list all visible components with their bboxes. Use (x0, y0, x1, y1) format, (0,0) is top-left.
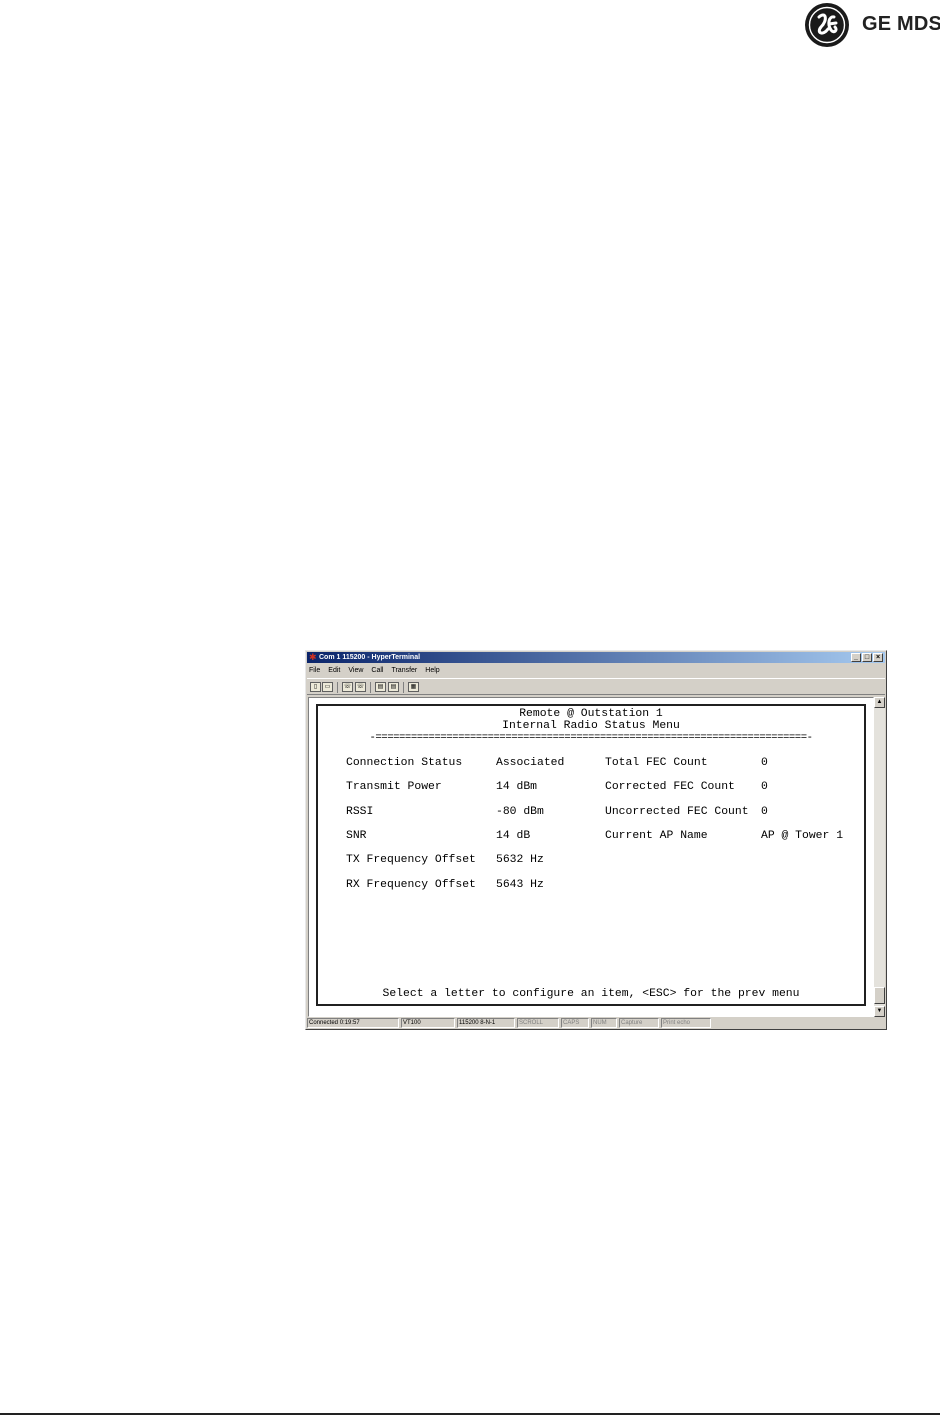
vertical-scrollbar[interactable]: ▲ ▼ (874, 697, 885, 1017)
menu-transfer[interactable]: Transfer (391, 665, 417, 676)
status-num: NUM (591, 1018, 617, 1028)
menu-file[interactable]: File (309, 665, 320, 676)
open-icon[interactable]: ▭ (322, 682, 333, 692)
ge-monogram-icon (805, 3, 849, 47)
logo-text: GE MDS (862, 13, 940, 35)
hyperterminal-window: ✱ Com 1 115200 - HyperTerminal _ □ × Fil… (305, 650, 887, 1030)
value-corrected-fec-count: 0 (761, 781, 768, 793)
toolbar-separator (370, 682, 371, 693)
scroll-thumb[interactable] (874, 987, 885, 1004)
label-snr: SNR (346, 830, 367, 842)
toolbar: ▯ ▭ ☏ ☏ ▤ ▤ ▦ (307, 678, 885, 695)
menu-call[interactable]: Call (371, 665, 383, 676)
value-rssi: -80 dBm (496, 806, 544, 818)
command-prompt: Select a letter to configure an item, <E… (382, 988, 800, 1000)
window-title: Com 1 115200 - HyperTerminal (319, 654, 421, 661)
label-current-ap-name: Current AP Name (605, 830, 708, 842)
status-emulation: VT100 (401, 1018, 455, 1028)
hyperterminal-icon: ✱ (309, 652, 317, 662)
status-print-echo: Print echo (661, 1018, 711, 1028)
terminal-area[interactable]: Remote @ Outstation 1 Internal Radio Sta… (308, 697, 874, 1017)
status-connected: Connected 0:19:57 (307, 1018, 399, 1028)
value-uncorrected-fec-count: 0 (761, 806, 768, 818)
label-corrected-fec-count: Corrected FEC Count (605, 781, 735, 793)
label-tx-frequency-offset: TX Frequency Offset (346, 854, 476, 866)
menu-view[interactable]: View (348, 665, 363, 676)
value-snr: 14 dB (496, 830, 531, 842)
value-transmit-power: 14 dBm (496, 781, 538, 793)
status-settings: 115200 8-N-1 (457, 1018, 515, 1028)
label-transmit-power: Transmit Power (346, 781, 442, 793)
toolbar-separator (403, 682, 404, 693)
header-divider: -=======================================… (369, 732, 813, 744)
scroll-up-icon[interactable]: ▲ (874, 697, 885, 708)
value-rx-frequency-offset: 5643 Hz (496, 879, 544, 891)
value-connection-status: Associated (496, 757, 565, 769)
send-icon[interactable]: ▤ (375, 682, 386, 692)
menu-edit[interactable]: Edit (328, 665, 340, 676)
connect-icon[interactable]: ☏ (342, 682, 353, 692)
label-uncorrected-fec-count: Uncorrected FEC Count (605, 806, 749, 818)
toolbar-separator (337, 682, 338, 693)
maximize-button[interactable]: □ (862, 653, 872, 662)
label-total-fec-count: Total FEC Count (605, 757, 708, 769)
label-rssi: RSSI (346, 806, 374, 818)
header-line2: Internal Radio Status Menu (502, 720, 680, 732)
terminal-frame: Remote @ Outstation 1 Internal Radio Sta… (316, 704, 866, 1006)
value-current-ap-name: AP @ Tower 1 (761, 830, 844, 842)
status-caps: CAPS (561, 1018, 589, 1028)
properties-icon[interactable]: ▦ (408, 682, 419, 692)
status-capture: Capture (619, 1018, 659, 1028)
value-total-fec-count: 0 (761, 757, 768, 769)
close-button[interactable]: × (873, 653, 883, 662)
value-tx-frequency-offset: 5632 Hz (496, 854, 544, 866)
scroll-down-icon[interactable]: ▼ (874, 1006, 885, 1017)
ge-mds-logo: GE MDS (804, 2, 940, 48)
title-bar[interactable]: ✱ Com 1 115200 - HyperTerminal _ □ × (307, 652, 885, 663)
label-connection-status: Connection Status (346, 757, 463, 769)
page-bottom-rule (0, 1413, 940, 1415)
minimize-button[interactable]: _ (851, 653, 861, 662)
menu-help[interactable]: Help (425, 665, 439, 676)
header-line1: Remote @ Outstation 1 (519, 708, 663, 720)
status-bar: Connected 0:19:57 VT100 115200 8-N-1 SCR… (307, 1018, 885, 1029)
terminal-screen: Remote @ Outstation 1 Internal Radio Sta… (318, 706, 864, 1004)
status-scroll: SCROLL (517, 1018, 559, 1028)
disconnect-icon[interactable]: ☏ (355, 682, 366, 692)
label-rx-frequency-offset: RX Frequency Offset (346, 879, 476, 891)
menu-bar: File Edit View Call Transfer Help (309, 665, 440, 676)
new-icon[interactable]: ▯ (310, 682, 321, 692)
receive-icon[interactable]: ▤ (388, 682, 399, 692)
